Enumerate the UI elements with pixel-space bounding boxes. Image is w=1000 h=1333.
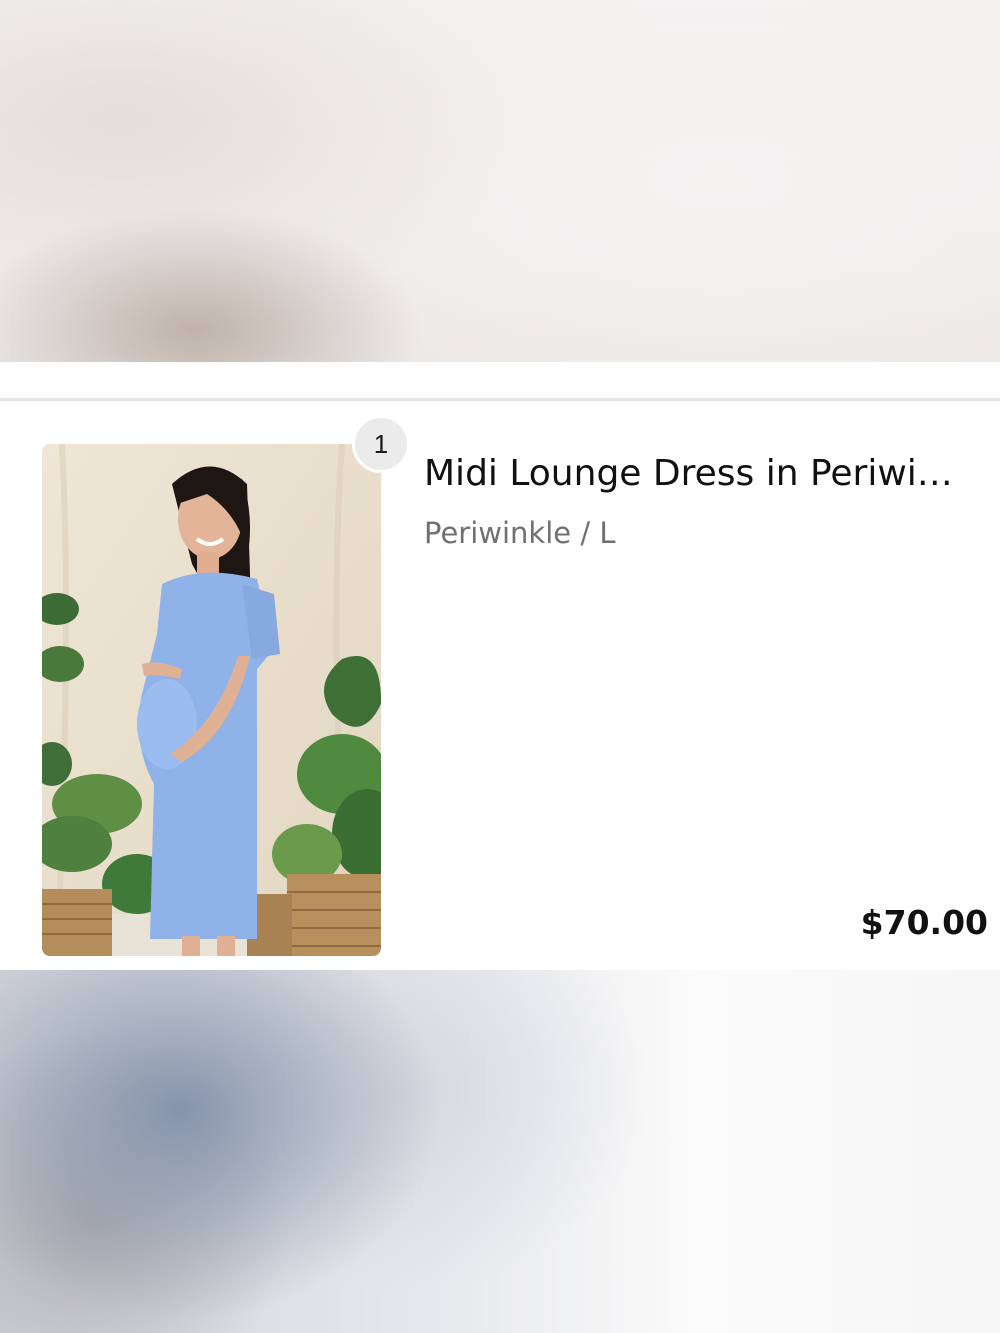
product-title[interactable]: Midi Lounge Dress in Periwi… — [424, 451, 984, 497]
cart-line-item[interactable]: 1 Midi Lounge Dress in Periwi… Periwinkl… — [0, 401, 1000, 970]
cart-page: 1 Midi Lounge Dress in Periwi… Periwinkl… — [0, 0, 1000, 1333]
quantity-badge: 1 — [352, 415, 410, 473]
product-price: $70.00 — [860, 903, 988, 942]
next-item-blurred — [0, 970, 1000, 1333]
spacer — [0, 362, 1000, 398]
previous-item-blurred — [0, 0, 1000, 362]
product-variant: Periwinkle / L — [424, 516, 616, 550]
dress-photo-illustration — [42, 444, 381, 956]
product-image[interactable] — [42, 444, 381, 956]
